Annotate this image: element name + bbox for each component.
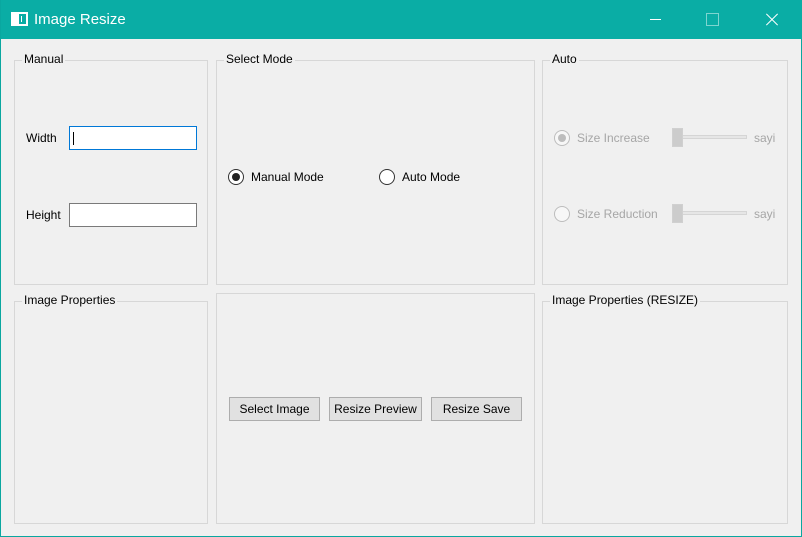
- close-button[interactable]: [742, 0, 800, 39]
- size-increase-slider-handle[interactable]: [672, 128, 683, 147]
- maximize-button[interactable]: [684, 0, 742, 39]
- image-properties-legend: Image Properties: [22, 293, 118, 307]
- window-title: Image Resize: [34, 11, 126, 28]
- height-label: Height: [26, 208, 61, 222]
- auto-legend: Auto: [550, 52, 579, 66]
- select-image-button[interactable]: Select Image: [229, 397, 320, 421]
- image-properties-resize-legend: Image Properties (RESIZE): [550, 293, 701, 307]
- size-reduction-slider[interactable]: [672, 211, 747, 215]
- size-reduction-slider-handle[interactable]: [672, 204, 683, 223]
- size-reduction-value-label: sayi: [754, 207, 776, 221]
- height-input[interactable]: [69, 203, 197, 227]
- minimize-button[interactable]: [626, 0, 684, 39]
- size-reduction-radio[interactable]: [554, 206, 570, 222]
- image-properties-resize-group: [542, 301, 788, 524]
- manual-group: [14, 60, 208, 285]
- resize-save-button[interactable]: Resize Save: [431, 397, 522, 421]
- size-reduction-label[interactable]: Size Reduction: [577, 207, 658, 221]
- text-caret: [73, 132, 74, 145]
- image-properties-group: [14, 301, 208, 524]
- title-bar[interactable]: Image Resize: [1, 0, 802, 39]
- size-increase-label[interactable]: Size Increase: [577, 131, 650, 145]
- auto-group: [542, 60, 788, 285]
- size-increase-value-label: sayi: [754, 131, 776, 145]
- auto-mode-label[interactable]: Auto Mode: [402, 170, 460, 184]
- width-label: Width: [26, 131, 57, 145]
- size-increase-slider[interactable]: [672, 135, 747, 139]
- manual-mode-label[interactable]: Manual Mode: [251, 170, 324, 184]
- width-input[interactable]: [69, 126, 197, 150]
- resize-preview-button[interactable]: Resize Preview: [329, 397, 422, 421]
- auto-mode-radio[interactable]: [379, 169, 395, 185]
- app-icon: [11, 12, 28, 26]
- image-resize-window: Image Resize Manual Width Height Select …: [0, 0, 802, 537]
- manual-mode-radio[interactable]: [228, 169, 244, 185]
- select-mode-legend: Select Mode: [224, 52, 295, 66]
- size-increase-radio[interactable]: [554, 130, 570, 146]
- manual-legend: Manual: [22, 52, 66, 66]
